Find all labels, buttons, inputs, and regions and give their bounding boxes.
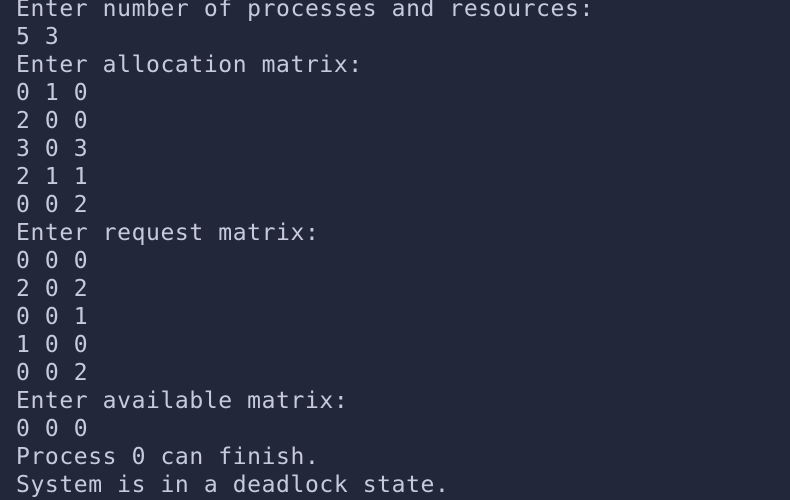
request-row: 2 0 2 [16, 276, 89, 302]
terminal-output: Enter number of processes and resources:… [16, 0, 594, 499]
allocation-row: 0 1 0 [16, 80, 89, 106]
available-row: 0 0 0 [16, 416, 89, 442]
request-row: 1 0 0 [16, 332, 89, 358]
terminal-window[interactable]: Enter number of processes and resources:… [0, 0, 790, 500]
allocation-row: 2 0 0 [16, 108, 89, 134]
result-message: Process 0 can finish. [16, 444, 320, 470]
allocation-row: 0 0 2 [16, 192, 89, 218]
prompt-available-matrix: Enter available matrix: [16, 388, 349, 414]
request-row: 0 0 0 [16, 248, 89, 274]
input-processes-resources: 5 3 [16, 24, 60, 50]
request-row: 0 0 2 [16, 360, 89, 386]
allocation-row: 2 1 1 [16, 164, 89, 190]
request-row: 0 0 1 [16, 304, 89, 330]
deadlock-message: System is in a deadlock state. [16, 472, 450, 498]
prompt-request-matrix: Enter request matrix: [16, 220, 320, 246]
prompt-processes-resources: Enter number of processes and resources: [16, 0, 594, 22]
allocation-row: 3 0 3 [16, 136, 89, 162]
prompt-allocation-matrix: Enter allocation matrix: [16, 52, 363, 78]
